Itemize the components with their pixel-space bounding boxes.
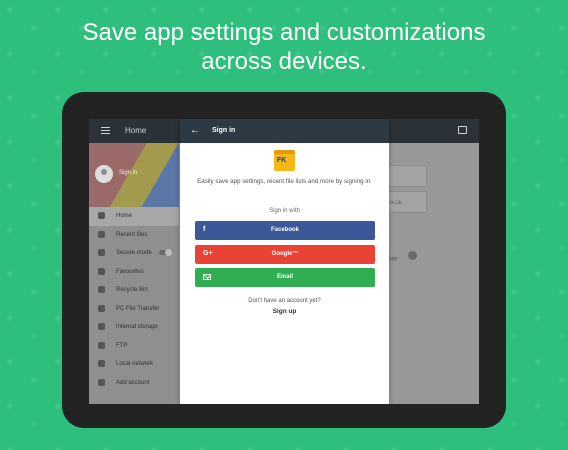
navigation-drawer: Sign in Home Recent files Secure mode Fa… [89, 143, 179, 404]
google-signin-button[interactable]: G+ Google™ [195, 245, 375, 264]
secure-mode-toggle[interactable] [159, 248, 172, 256]
drawer-item-label: Add account [116, 379, 150, 386]
menu-icon[interactable] [101, 127, 110, 134]
headline-line-1: Save app settings and customizations [82, 19, 486, 46]
email-button-label: Email [276, 274, 293, 280]
app-logo-icon: FK [274, 150, 295, 171]
signin-toolbar: ← Sign in [180, 119, 389, 143]
background-card [387, 165, 427, 187]
drawer-item-label: Home [116, 213, 133, 219]
app-title: Home [125, 126, 147, 135]
background-card-text: ts Lib [390, 200, 402, 206]
drawer-item-label: Recent files [116, 231, 148, 238]
drawer-item-local-network[interactable]: Local network [89, 355, 179, 374]
facebook-button-label: Facebook [270, 227, 299, 233]
signin-title: Sign in [212, 127, 236, 134]
headline: Save app settings and customizations acr… [0, 18, 568, 76]
no-account-text: Don't have an account yet? [248, 298, 321, 304]
logo-text: FK [277, 157, 287, 164]
sign-up-link[interactable]: Sign up [180, 308, 389, 315]
cast-icon[interactable] [458, 126, 467, 134]
drawer-item-label: Internal storage [116, 324, 158, 330]
email-signin-button[interactable]: Email [195, 268, 375, 287]
drawer-item-label: PC File Transfer [116, 305, 160, 312]
drawer-item-label: Favourites [116, 268, 145, 275]
network-icon [98, 360, 105, 367]
background-card-text: app [389, 256, 398, 262]
background-card: ts Lib [387, 191, 427, 213]
drawer-signin-label[interactable]: Sign in [119, 170, 137, 176]
avatar[interactable] [95, 165, 113, 183]
drawer-item-secure-mode[interactable]: Secure mode [89, 244, 179, 263]
drawer-item-add-account[interactable]: Add account [89, 374, 179, 393]
drawer-item-recycle-bin[interactable]: Recycle Bin [89, 281, 179, 300]
drawer-item-home[interactable]: Home [89, 207, 179, 226]
drawer-item-internal-storage[interactable]: Internal storage [89, 318, 179, 337]
drawer-item-favourites[interactable]: Favourites [89, 263, 179, 282]
drawer-item-label: Local network [116, 361, 154, 367]
drawer-header: Sign in [89, 143, 179, 207]
trash-icon [98, 286, 105, 293]
drawer-item-pc-file-transfer[interactable]: PC File Transfer [89, 300, 179, 319]
tablet-frame: Home Sign in Home Recent files Secure mo… [62, 92, 506, 428]
storage-icon [98, 323, 105, 330]
drawer-item-ftp[interactable]: FTP [89, 337, 179, 356]
back-arrow-icon[interactable]: ← [190, 126, 202, 136]
drawer-item-label: Secure mode [116, 250, 152, 256]
shield-icon [98, 249, 105, 256]
drawer-item-label: FTP [116, 342, 128, 349]
google-button-label: Google™ [271, 251, 299, 257]
add-account-icon [98, 378, 105, 386]
signin-with-label: Sign in with [269, 208, 300, 214]
home-icon [98, 212, 105, 219]
signin-panel: ← Sign in FK Easily save app settings, r… [180, 119, 389, 404]
drawer-list: Home Recent files Secure mode Favourites [89, 207, 179, 392]
facebook-signin-button[interactable]: f Facebook [195, 221, 375, 240]
pc-icon [98, 304, 105, 312]
history-icon [98, 230, 105, 238]
signin-description: Easily save app settings, recent file li… [197, 178, 372, 185]
headline-line-2: across devices. [201, 48, 367, 75]
globe-icon [98, 341, 105, 349]
tablet-screen: Home Sign in Home Recent files Secure mo… [89, 119, 479, 404]
chart-icon [408, 251, 417, 260]
drawer-item-recent-files[interactable]: Recent files [89, 226, 179, 245]
drawer-item-label: Recycle Bin [116, 287, 148, 293]
star-icon [98, 267, 105, 275]
